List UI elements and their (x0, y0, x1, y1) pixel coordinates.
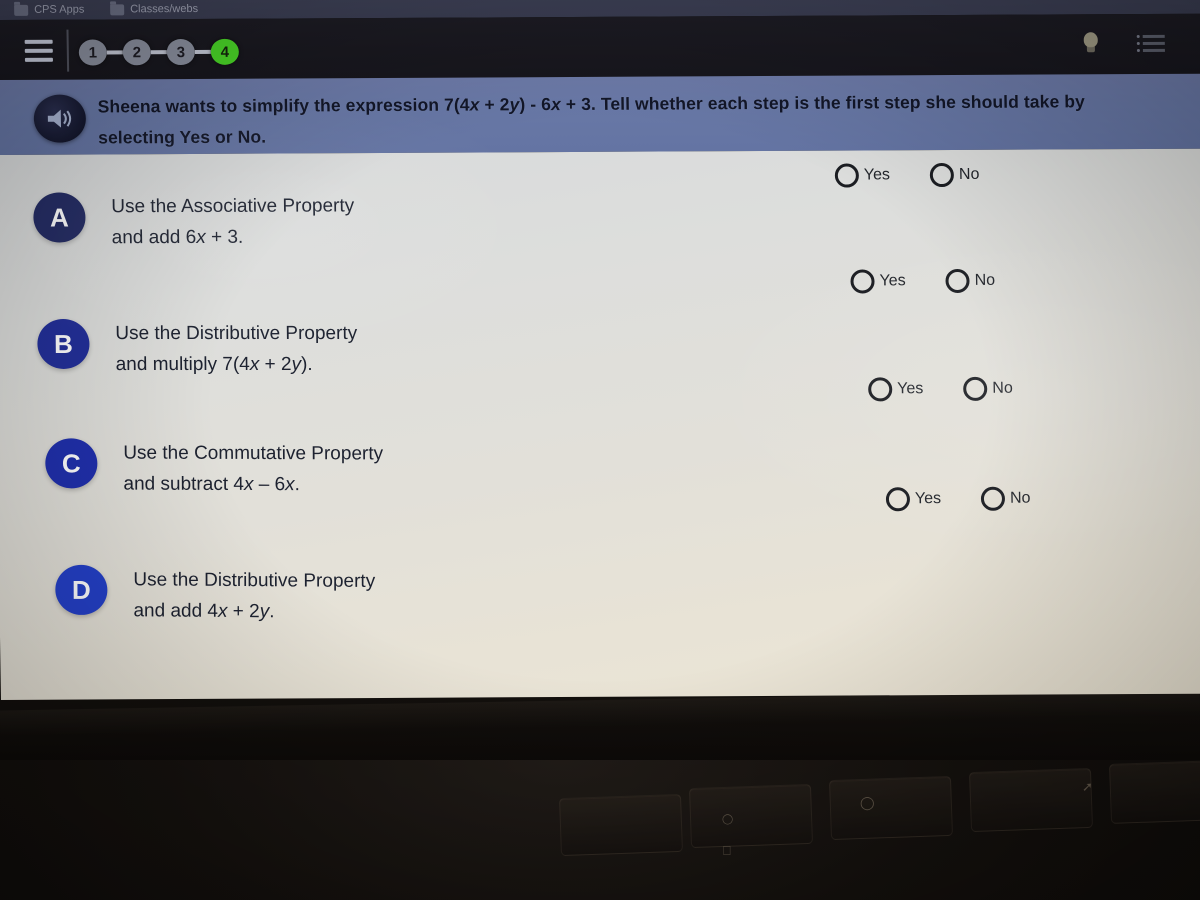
step-connector (194, 49, 211, 54)
answer-row-c[interactable]: Yes No (868, 376, 1013, 402)
option-badge-b: B (37, 318, 90, 369)
speaker-icon[interactable] (33, 94, 87, 143)
question-line-2: selecting Yes or No. (98, 126, 267, 148)
folder-icon (14, 4, 29, 16)
bookmark-label: CPS Apps (34, 3, 85, 16)
radio-circle-icon[interactable] (963, 376, 988, 401)
option-badge-c: C (45, 438, 98, 489)
hamburger-menu-icon[interactable] (24, 39, 53, 62)
option-text-c: Use the Commutative Property and subtrac… (123, 442, 384, 496)
radio-circle-icon[interactable] (929, 162, 955, 188)
question-line-1: Sheena wants to simplify the expression … (97, 91, 1086, 117)
option-row-d[interactable]: D Use the Distributive Property and add … (55, 564, 376, 629)
laptop-screen: CPS Apps Classes/webs 1 2 3 4 Sheena wan… (0, 0, 1200, 700)
key-glyph-circle: ◯ (722, 814, 734, 825)
answer-row-b[interactable]: Yes No (850, 268, 995, 294)
screenshot-stage: DELL ◯ ◯ ➚ ⎕ CPS Apps Classes/webs 1 (0, 0, 1200, 900)
key-glyph-circle: ◯ (860, 796, 875, 811)
key-glyph-arrow: ➚ (1082, 780, 1093, 795)
radio-circle-icon[interactable] (850, 269, 875, 294)
keyboard-key (968, 767, 1094, 833)
option-row-c[interactable]: C Use the Commutative Property and subtr… (45, 438, 383, 501)
radio-no-c[interactable]: No (963, 376, 1013, 401)
option-text-b: Use the Distributive Property and multip… (115, 322, 358, 375)
speaker-glyph (47, 109, 72, 128)
radio-yes-d[interactable]: Yes (885, 487, 941, 512)
keyboard-area: ◯ ◯ ➚ ⎕ (0, 752, 1200, 900)
folder-icon (110, 3, 125, 15)
step-indicator-3[interactable]: 3 (166, 38, 196, 66)
step-indicator-4[interactable]: 4 (210, 38, 240, 65)
question-text: Sheena wants to simplify the expression … (97, 86, 1158, 154)
answer-row-d[interactable]: Yes No (885, 486, 1031, 512)
option-badge-a: A (33, 192, 86, 243)
answer-row-a[interactable]: Yes No (834, 162, 980, 188)
radio-no-d[interactable]: No (980, 486, 1031, 511)
radio-yes-b[interactable]: Yes (850, 269, 906, 294)
radio-circle-icon[interactable] (945, 268, 970, 294)
keyboard-key (828, 775, 954, 841)
radio-circle-icon[interactable] (834, 163, 860, 188)
radio-circle-icon[interactable] (885, 487, 911, 512)
step-indicator-2[interactable]: 2 (122, 39, 152, 66)
option-badge-d: D (55, 564, 108, 616)
keyboard-key (559, 793, 683, 857)
radio-no-a[interactable]: No (929, 162, 980, 188)
radio-yes-a[interactable]: Yes (834, 163, 890, 188)
step-connector (106, 50, 123, 55)
step-connector (150, 50, 167, 55)
step-progress-indicator: 1 2 3 4 (78, 38, 240, 66)
radio-circle-icon[interactable] (868, 377, 893, 402)
radio-no-b[interactable]: No (945, 268, 995, 294)
option-text-d: Use the Distributive Property and add 4x… (133, 569, 376, 623)
step-indicator-1[interactable]: 1 (78, 39, 108, 66)
radio-circle-icon[interactable] (980, 486, 1006, 511)
radio-yes-c[interactable]: Yes (868, 377, 923, 402)
key-glyph-window: ⎕ (723, 844, 731, 859)
keyboard-key (1108, 760, 1200, 824)
bookmark-label: Classes/webs (130, 2, 199, 16)
bookmark-classes-webs[interactable]: Classes/webs (110, 3, 198, 15)
option-row-b[interactable]: B Use the Distributive Property and mult… (37, 318, 358, 381)
list-menu-icon[interactable] (1136, 34, 1165, 53)
bookmark-cps-apps[interactable]: CPS Apps (14, 4, 84, 16)
option-row-a[interactable]: A Use the Associative Property and add 6… (33, 191, 355, 254)
lightbulb-icon[interactable] (1083, 32, 1099, 54)
keyboard-key (688, 783, 814, 849)
option-text-a: Use the Associative Property and add 6x … (111, 195, 355, 249)
